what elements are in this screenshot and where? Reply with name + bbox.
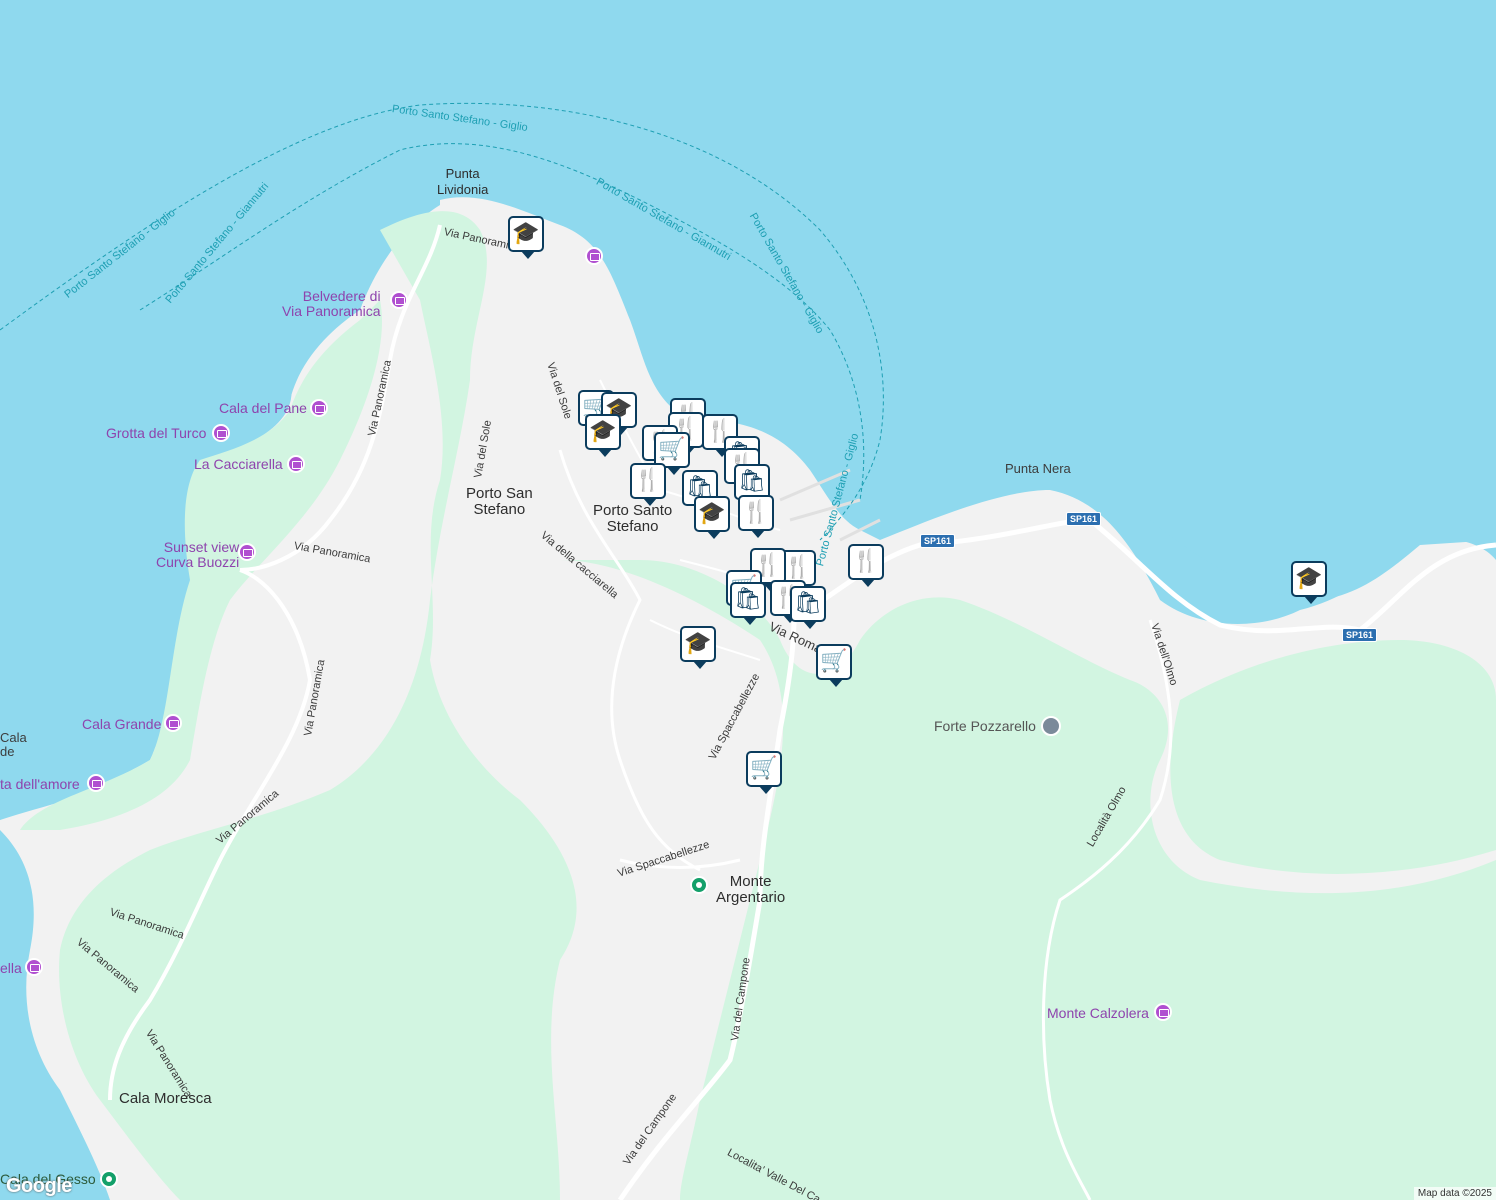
restaurant-pin[interactable]: 🍴 — [630, 463, 666, 506]
restaurant-icon: 🍴 — [784, 555, 812, 580]
sp161-shield: SP161 — [920, 534, 956, 548]
restaurant-pin[interactable]: 🍴 — [848, 544, 884, 587]
restaurant-icon: 🍴 — [742, 500, 770, 525]
shop-icon: 🛍 — [738, 469, 766, 494]
school-pin[interactable]: 🎓 — [585, 414, 621, 457]
restaurant-icon: 🍴 — [852, 549, 880, 574]
school-icon: 🎓 — [684, 631, 712, 656]
school-pin[interactable]: 🎓 — [1291, 561, 1327, 604]
sp161-shield: SP161 — [1342, 628, 1378, 642]
camera-icon[interactable] — [25, 958, 43, 976]
cart-icon: 🛒 — [750, 756, 778, 781]
cart-pin[interactable]: 🛒 — [746, 751, 782, 794]
school-icon: 🎓 — [698, 501, 726, 526]
shop-icon: 🛍 — [734, 587, 762, 612]
school-icon: 🎓 — [589, 419, 617, 444]
google-logo-text: Google — [6, 1175, 72, 1197]
google-logo: Google — [6, 1175, 72, 1198]
camera-icon[interactable] — [310, 399, 328, 417]
park-icon[interactable] — [100, 1170, 118, 1188]
shop-pin[interactable]: 🛍 — [790, 586, 826, 629]
school-icon: 🎓 — [1295, 566, 1323, 591]
school-pin[interactable]: 🎓 — [508, 216, 544, 259]
map-attribution[interactable]: Map data ©2025 — [1413, 1187, 1496, 1200]
shop-pin[interactable]: 🛍 — [730, 582, 766, 625]
camera-icon[interactable] — [238, 543, 256, 561]
camera-icon[interactable] — [212, 424, 230, 442]
cart-pin[interactable]: 🛒 — [816, 644, 852, 687]
sp161-shield: SP161 — [1066, 512, 1102, 526]
cart-icon: 🛒 — [820, 649, 848, 674]
camera-icon[interactable] — [390, 291, 408, 309]
shop-icon: 🛍 — [794, 591, 822, 616]
cart-icon: 🛒 — [658, 437, 686, 462]
camera-icon[interactable] — [1154, 1003, 1172, 1021]
school-pin[interactable]: 🎓 — [694, 496, 730, 539]
camera-icon[interactable] — [585, 247, 603, 265]
camera-icon[interactable] — [287, 455, 305, 473]
park-icon[interactable] — [690, 876, 708, 894]
restaurant-pin[interactable]: 🍴 — [738, 495, 774, 538]
camera-icon[interactable] — [87, 774, 105, 792]
school-pin[interactable]: 🎓 — [680, 626, 716, 669]
restaurant-icon: 🍴 — [634, 468, 662, 493]
school-icon: 🎓 — [512, 221, 540, 246]
fort-icon[interactable] — [1041, 716, 1061, 736]
camera-icon[interactable] — [164, 714, 182, 732]
map-canvas[interactable]: Punta Lividonia Porto San Stefano Porto … — [0, 0, 1496, 1200]
